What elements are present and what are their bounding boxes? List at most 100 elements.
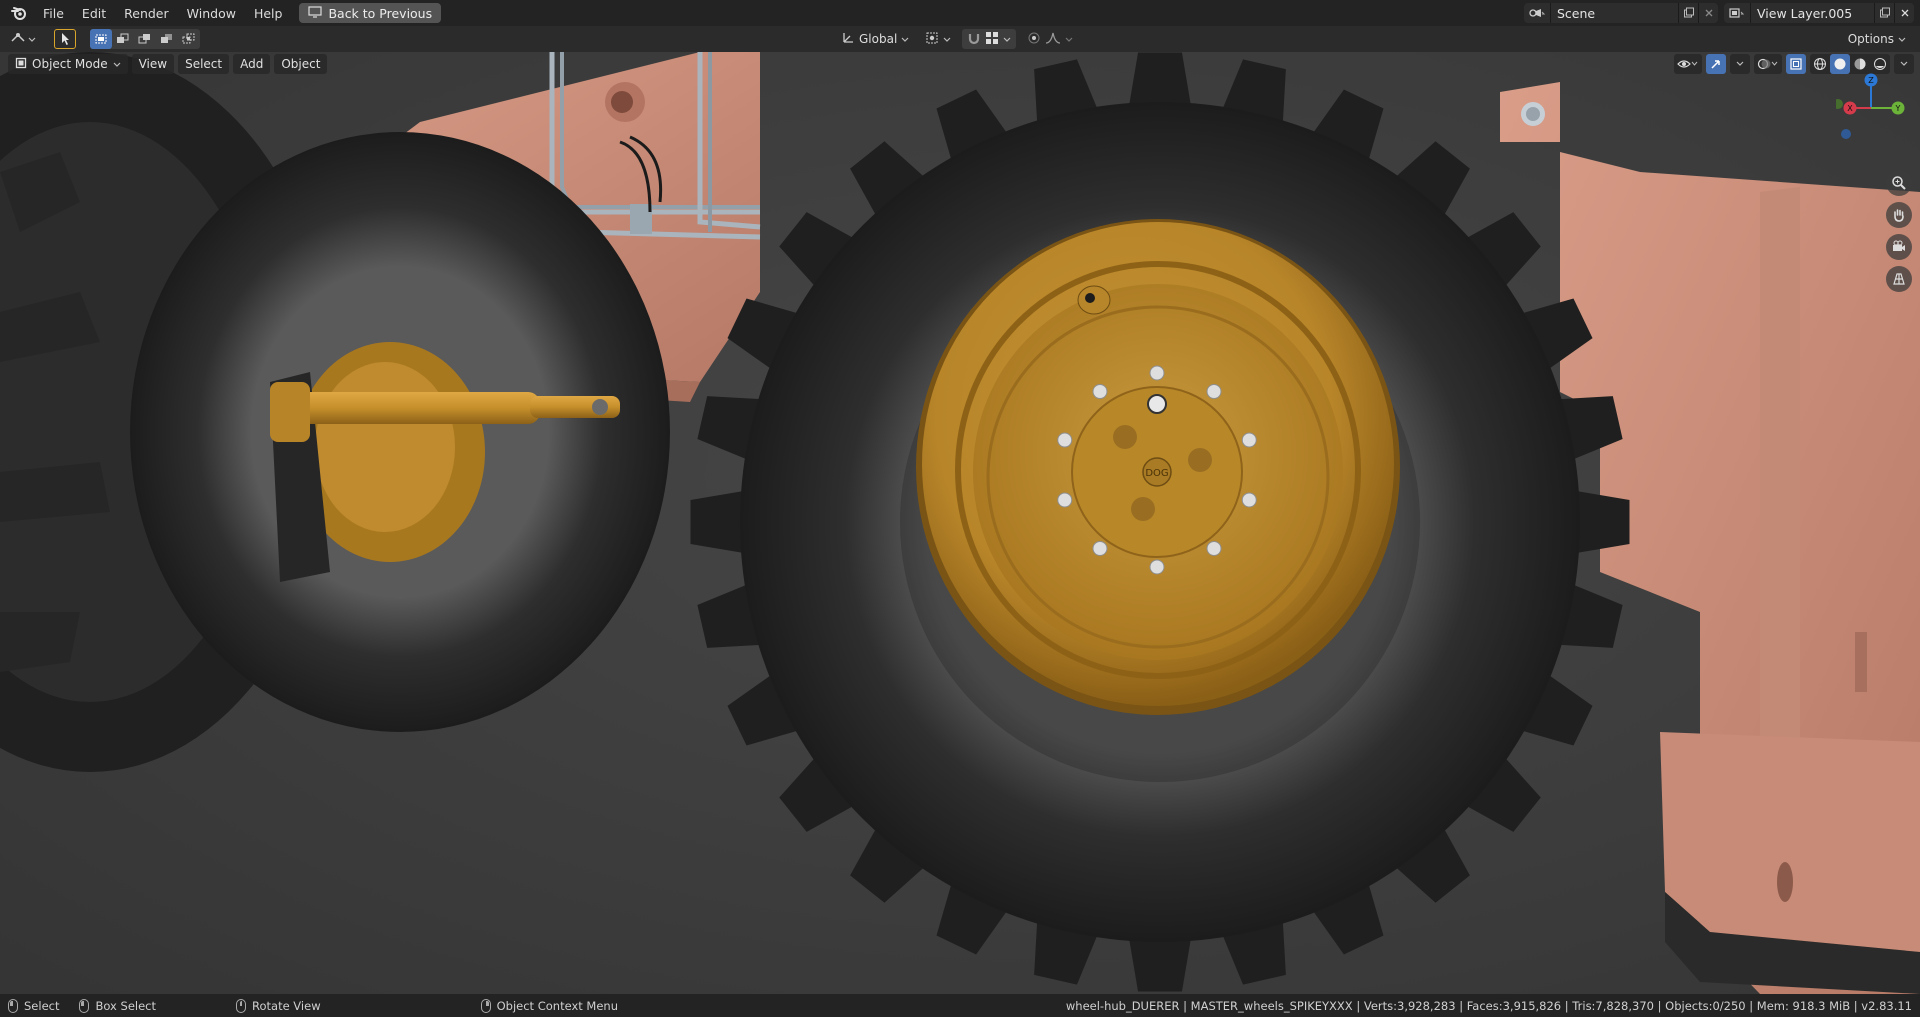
selection-mode-group [90, 29, 200, 49]
blender-window: File Edit Render Window Help Back to Pre… [0, 0, 1920, 1017]
mouse-left-icon [8, 998, 18, 1013]
axis-x-label: X [1847, 104, 1853, 113]
gizmo-options-chevron-down-icon[interactable] [1730, 54, 1750, 74]
scene-name-field[interactable]: Scene [1550, 3, 1678, 23]
options-dropdown[interactable]: Options [1842, 29, 1912, 49]
lug-nut [1241, 432, 1257, 448]
new-scene-icon[interactable] [1678, 3, 1698, 23]
snap-group[interactable] [962, 29, 1017, 49]
wireframe-shading-icon[interactable] [1810, 54, 1830, 74]
scene-statistics: wheel-hub_DUERER | MASTER_wheels_SPIKEYX… [1065, 998, 1912, 1013]
top-bar: File Edit Render Window Help Back to Pre… [0, 0, 1920, 26]
scene-icon[interactable] [1524, 3, 1550, 23]
axis-y-label: Y [1895, 104, 1901, 113]
status-box-select-hint: Box Select [79, 998, 156, 1013]
pan-hand-icon[interactable] [1886, 202, 1912, 228]
lug-nut [1092, 540, 1108, 556]
mouse-right-icon [480, 998, 491, 1013]
lug-nut [1206, 540, 1222, 556]
lug-nut [1149, 559, 1165, 575]
delete-view-layer-close-icon[interactable] [1894, 3, 1914, 23]
proportional-editing-group[interactable] [1022, 29, 1079, 49]
lug-nut [1057, 492, 1073, 508]
menu-window[interactable]: Window [178, 3, 245, 24]
3d-viewport[interactable]: DOG Object Mode View Select Add Object Z… [0, 52, 1920, 994]
viewport-render: DOG [0, 52, 1920, 994]
status-select-hint: Select [8, 998, 60, 1013]
viewport-display-controls [1674, 54, 1914, 74]
proportional-edit-icon[interactable] [1027, 31, 1041, 48]
object-mode-icon [15, 57, 27, 72]
visibility-eye-icon[interactable] [1674, 54, 1702, 74]
transform-orientation-dropdown[interactable]: Global [836, 29, 915, 49]
status-box-select-label: Box Select [95, 998, 156, 1013]
hub-logo-text: DOG [1145, 468, 1168, 479]
select-subtract-mode-icon[interactable] [134, 29, 156, 49]
chevron-down-icon [1898, 32, 1906, 46]
navigation-axis-gizmo[interactable]: Z Y X [1836, 72, 1906, 142]
select-difference-mode-icon[interactable] [156, 29, 178, 49]
lug-nut [1206, 384, 1222, 400]
object-menu[interactable]: Object [274, 54, 328, 74]
select-intersect-mode-icon[interactable] [178, 29, 200, 49]
orientation-axes-icon [841, 31, 855, 48]
lug-nut [1149, 365, 1165, 381]
pivot-point-dropdown[interactable] [920, 29, 957, 49]
status-select-label: Select [24, 998, 60, 1013]
view-layer-selector[interactable]: View Layer.005 [1724, 3, 1914, 23]
select-new-mode-icon[interactable] [90, 29, 112, 49]
menu-edit[interactable]: Edit [73, 3, 115, 24]
axis-z-label: Z [1868, 76, 1874, 85]
view-layer-icon[interactable] [1724, 3, 1750, 23]
xray-toggle-icon[interactable] [1786, 54, 1806, 74]
menu-render[interactable]: Render [115, 3, 178, 24]
transform-orientation-value: Global [859, 32, 898, 46]
screen-icon [308, 5, 323, 21]
material-preview-shading-icon[interactable] [1850, 54, 1870, 74]
show-overlays-icon[interactable] [1754, 54, 1782, 74]
object-mode-dropdown[interactable]: Object Mode [8, 54, 128, 74]
menu-file[interactable]: File [34, 3, 73, 24]
lug-nut [1057, 432, 1073, 448]
snap-increment-icon[interactable] [985, 31, 999, 48]
editor-type-dropdown[interactable] [6, 29, 40, 49]
transform-tools: Global [836, 29, 1079, 49]
scene-selector[interactable]: Scene [1524, 3, 1718, 23]
zoom-magnifier-icon[interactable] [1886, 170, 1912, 196]
tweak-tool-icon[interactable] [54, 29, 76, 49]
back-to-previous-button[interactable]: Back to Previous [299, 3, 442, 23]
axis-neg-z-handle[interactable] [1841, 129, 1851, 139]
select-extend-mode-icon[interactable] [112, 29, 134, 49]
falloff-curve-icon[interactable] [1045, 31, 1061, 48]
show-gizmo-icon[interactable] [1706, 54, 1726, 74]
magnet-snap-icon[interactable] [967, 31, 981, 48]
delete-scene-close-icon[interactable] [1698, 3, 1718, 23]
solid-shading-icon[interactable] [1830, 54, 1850, 74]
perspective-grid-icon[interactable] [1886, 266, 1912, 292]
chevron-down-icon [113, 57, 121, 71]
menu-help[interactable]: Help [245, 3, 292, 24]
new-view-layer-icon[interactable] [1874, 3, 1894, 23]
chevron-down-icon [28, 32, 36, 46]
front-left-tire [130, 132, 670, 732]
pivot-point-icon [925, 31, 939, 48]
view-menu[interactable]: View [131, 54, 175, 74]
mouse-drag-icon [79, 998, 90, 1013]
view-layer-name-field[interactable]: View Layer.005 [1750, 3, 1874, 23]
status-context-hint: Object Context Menu [480, 998, 618, 1013]
object-mode-label: Object Mode [32, 57, 108, 71]
camera-view-icon[interactable] [1886, 234, 1912, 260]
axis-neg-y-handle[interactable] [1836, 99, 1843, 109]
chevron-down-icon [1065, 32, 1073, 46]
blender-logo-icon[interactable] [10, 4, 28, 22]
status-context-label: Object Context Menu [496, 998, 618, 1013]
lug-nut [1241, 492, 1257, 508]
shading-options-chevron-down-icon[interactable] [1894, 54, 1914, 74]
rendered-shading-icon[interactable] [1870, 54, 1890, 74]
select-menu[interactable]: Select [178, 54, 230, 74]
chevron-down-icon [901, 32, 909, 46]
chevron-down-icon [943, 32, 951, 46]
viewport-header: Object Mode View Select Add Object [8, 54, 328, 74]
chevron-down-icon [1003, 32, 1011, 46]
add-menu[interactable]: Add [233, 54, 271, 74]
